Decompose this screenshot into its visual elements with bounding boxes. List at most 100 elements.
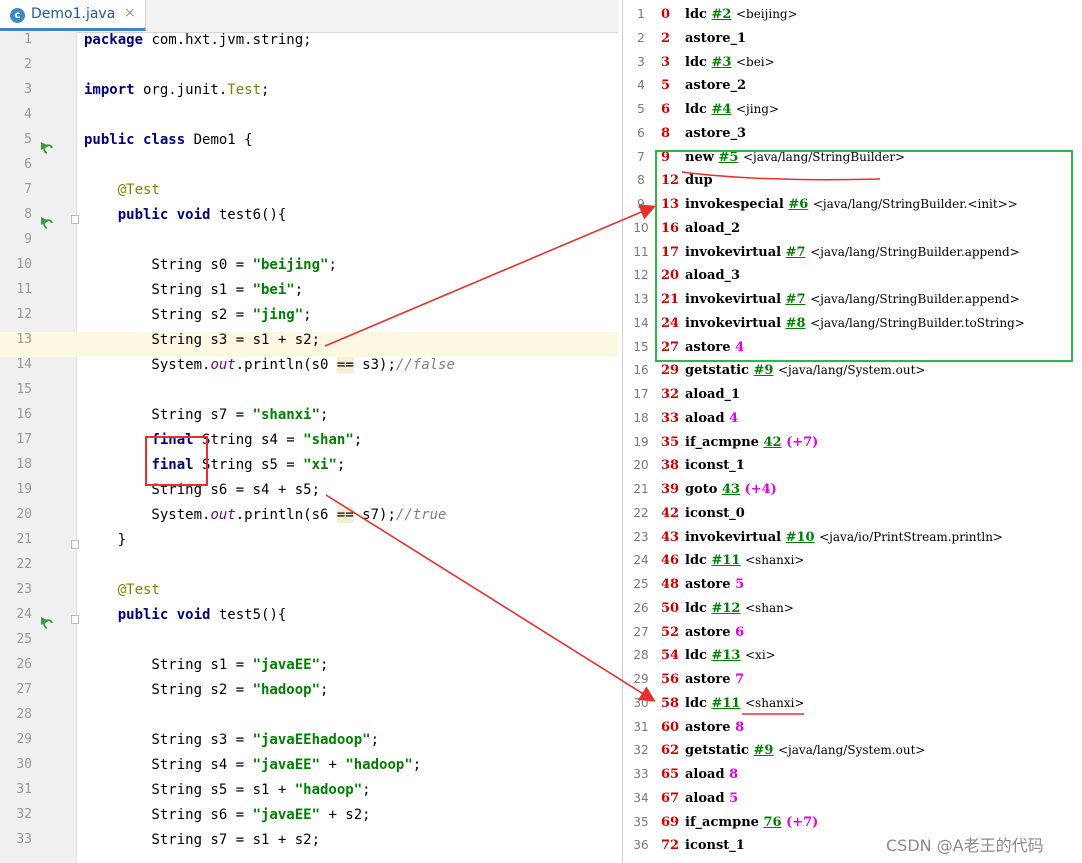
code-line[interactable]: 13 String s3 = s1 + s2; — [0, 332, 618, 357]
bytecode-line: 2 2 astore_1 — [623, 31, 1082, 55]
bytecode-line: 19 35 if_acmpne 42 (+7) — [623, 435, 1082, 459]
code-line[interactable]: 4 — [0, 107, 618, 132]
bytecode-line: 3 3 ldc #3 <bei> — [623, 55, 1082, 79]
code-line[interactable]: 5 public class Demo1 { — [0, 132, 618, 157]
code-line[interactable]: 7 @Test — [0, 182, 618, 207]
code-line[interactable]: 20 System.out.println(s6 == s7);//true — [0, 507, 618, 532]
code-line[interactable]: 2 — [0, 57, 618, 82]
code-line[interactable]: 31 String s5 = s1 + "hadoop"; — [0, 782, 618, 807]
opcode: aload — [685, 790, 725, 806]
code-line[interactable]: 29 String s3 = "javaEEhadoop"; — [0, 732, 618, 757]
bytecode-instruction: ldc #4 <jing> — [685, 102, 779, 117]
bytecode-instruction: astore 7 — [685, 672, 744, 687]
code-line[interactable]: 26 String s1 = "javaEE"; — [0, 657, 618, 682]
opcode: ldc — [685, 102, 707, 117]
bytecode-offset: 72 — [661, 838, 680, 854]
bytecode-instruction: astore 8 — [685, 720, 744, 735]
bytecode-instruction: astore_3 — [685, 126, 746, 141]
code-line[interactable]: 12 String s2 = "jing"; — [0, 307, 618, 332]
code-text: String s1 = "javaEE"; — [84, 657, 329, 673]
operand-link[interactable]: #9 — [754, 363, 774, 378]
run-gutter-icon[interactable] — [40, 612, 54, 629]
code-line[interactable]: 18 final String s5 = "xi"; — [0, 457, 618, 482]
operand-link[interactable]: #2 — [711, 7, 731, 22]
operand-link[interactable]: 43 — [722, 482, 740, 497]
bytecode-line-number: 9 — [637, 197, 645, 211]
code-text: String s6 = "javaEE" + s2; — [84, 807, 371, 823]
opcode: astore — [685, 672, 731, 687]
code-line[interactable]: 21 } — [0, 532, 618, 557]
code-text: import org.junit.Test; — [84, 82, 270, 98]
code-line[interactable]: 30 String s4 = "javaEE" + "hadoop"; — [0, 757, 618, 782]
constant-comment: <shanxi> — [745, 553, 805, 568]
code-line[interactable]: 1 package com.hxt.jvm.string; — [0, 32, 618, 57]
code-line[interactable]: 8 public void test6(){ — [0, 207, 618, 232]
code-line[interactable]: 19 String s6 = s4 + s5; — [0, 482, 618, 507]
bytecode-line-number: 4 — [637, 78, 645, 93]
code-text: package com.hxt.jvm.string; — [84, 32, 312, 48]
line-number: 21 — [16, 532, 32, 547]
operand-link[interactable]: #12 — [711, 601, 740, 616]
opcode: astore_3 — [685, 125, 747, 141]
bytecode-line: 6 8 astore_3 — [623, 126, 1082, 150]
operand-value: 5 — [735, 577, 745, 592]
code-line[interactable]: 17 final String s4 = "shan"; — [0, 432, 618, 457]
bytecode-instruction: aload 5 — [685, 791, 738, 806]
operand-value: 8 — [735, 719, 745, 735]
code-line[interactable]: 25 — [0, 632, 618, 657]
bytecode-offset: 8 — [661, 125, 671, 141]
run-gutter-icon[interactable] — [40, 212, 54, 229]
code-line[interactable]: 28 — [0, 707, 618, 732]
operand-link[interactable]: #13 — [711, 648, 740, 663]
code-editor[interactable]: c Demo1.java × 1 package com.hxt.jvm.stri… — [0, 0, 618, 863]
code-line[interactable]: 22 — [0, 557, 618, 582]
code-line[interactable]: 9 — [0, 232, 618, 257]
code-line[interactable]: 33 String s7 = s1 + s2; — [0, 832, 618, 857]
operand-value: (+7) — [786, 814, 819, 830]
fold-marker-icon[interactable] — [71, 540, 79, 549]
code-line[interactable]: 10 String s0 = "beijing"; — [0, 257, 618, 282]
fold-marker-icon[interactable] — [71, 615, 79, 624]
code-line[interactable]: 14 System.out.println(s0 == s3);//false — [0, 357, 618, 382]
bytecode-line-number: 32 — [633, 743, 649, 758]
code-line[interactable]: 32 String s6 = "javaEE" + s2; — [0, 807, 618, 832]
code-line[interactable]: 24 public void test5(){ — [0, 607, 618, 632]
code-line[interactable]: 23 @Test — [0, 582, 618, 607]
bytecode-line-number: 15 — [633, 339, 649, 354]
bytecode-line-number: 25 — [633, 577, 649, 591]
bytecode-instruction: ldc #3 <bei> — [685, 55, 775, 70]
code-line[interactable]: 6 — [0, 157, 618, 182]
operand-link[interactable]: #9 — [754, 743, 774, 758]
opcode: aload — [685, 410, 725, 426]
operand-link[interactable]: 42 — [763, 435, 781, 450]
bytecode-offset: 39 — [661, 482, 680, 497]
bytecode-line-number: 6 — [637, 125, 645, 140]
operand-link[interactable]: #10 — [786, 530, 815, 545]
line-number: 3 — [24, 82, 32, 97]
line-number: 7 — [24, 182, 32, 197]
code-line[interactable]: 15 — [0, 382, 618, 407]
operand-link[interactable]: #11 — [711, 553, 740, 568]
operand-link[interactable]: 76 — [763, 815, 781, 830]
code-line[interactable]: 16 String s7 = "shanxi"; — [0, 407, 618, 432]
close-icon[interactable]: × — [124, 5, 136, 21]
bytecode-line: 16 29 getstatic #9 <java/lang/System.out> — [623, 363, 1082, 387]
line-number: 4 — [24, 107, 32, 122]
bytecode-offset: 0 — [661, 7, 671, 22]
code-line[interactable]: 11 String s1 = "bei"; — [0, 282, 618, 307]
constant-comment: <bei> — [735, 54, 775, 69]
code-line[interactable]: 3 import org.junit.Test; — [0, 82, 618, 107]
fold-marker-icon[interactable] — [71, 215, 79, 224]
editor-tab-demo1[interactable]: c Demo1.java × — [0, 0, 146, 31]
bytecode-instruction: ldc #2 <beijing> — [685, 7, 798, 22]
constant-comment: <java/lang/System.out> — [778, 743, 926, 758]
operand-link[interactable]: #11 — [711, 696, 740, 711]
line-number: 20 — [16, 507, 32, 522]
bytecode-offset: 42 — [661, 505, 680, 521]
code-line[interactable]: 27 String s2 = "hadoop"; — [0, 682, 618, 707]
operand-link[interactable]: #4 — [711, 102, 731, 117]
line-number: 11 — [16, 282, 32, 297]
operand-link[interactable]: #3 — [711, 55, 731, 70]
java-class-icon: c — [10, 8, 25, 23]
run-gutter-icon[interactable] — [40, 137, 54, 154]
